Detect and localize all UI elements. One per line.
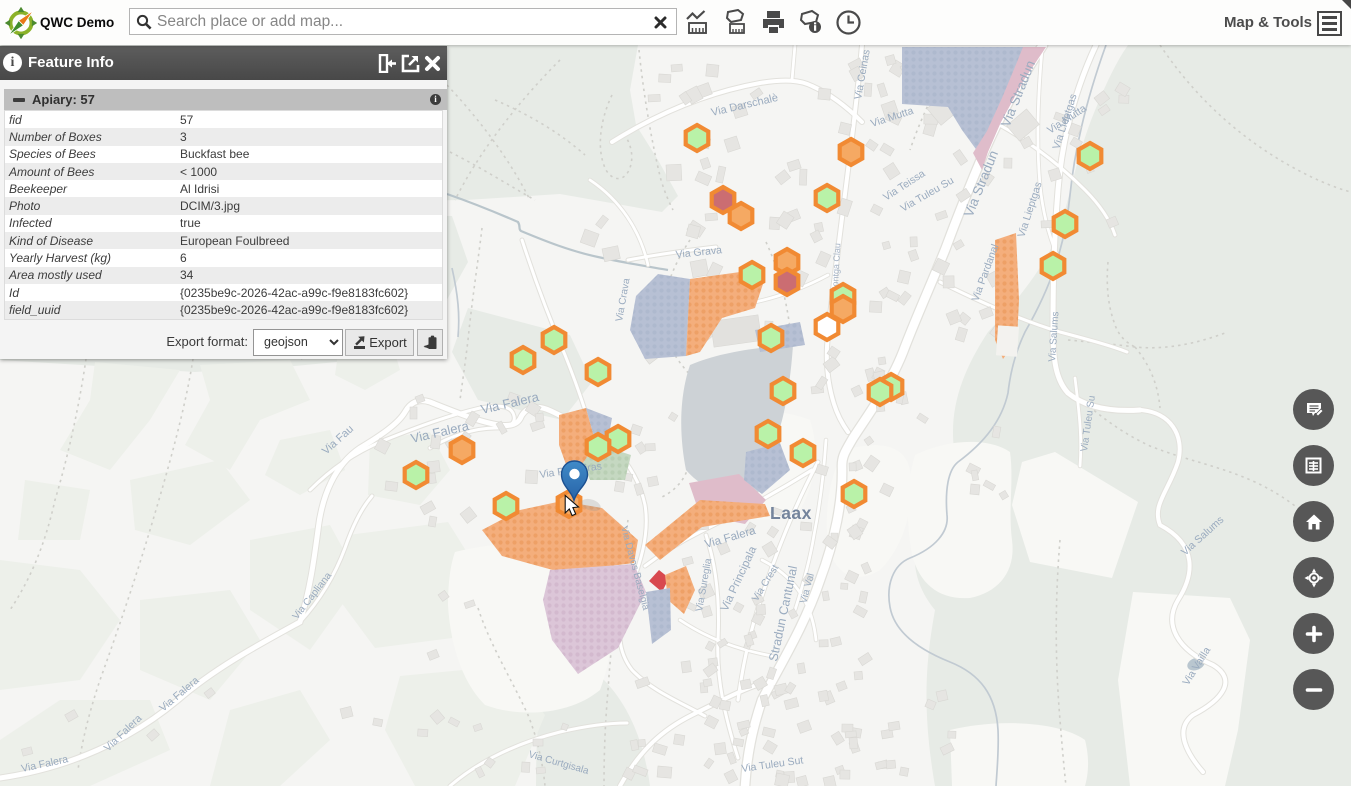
svg-text:Laax: Laax: [770, 503, 812, 523]
